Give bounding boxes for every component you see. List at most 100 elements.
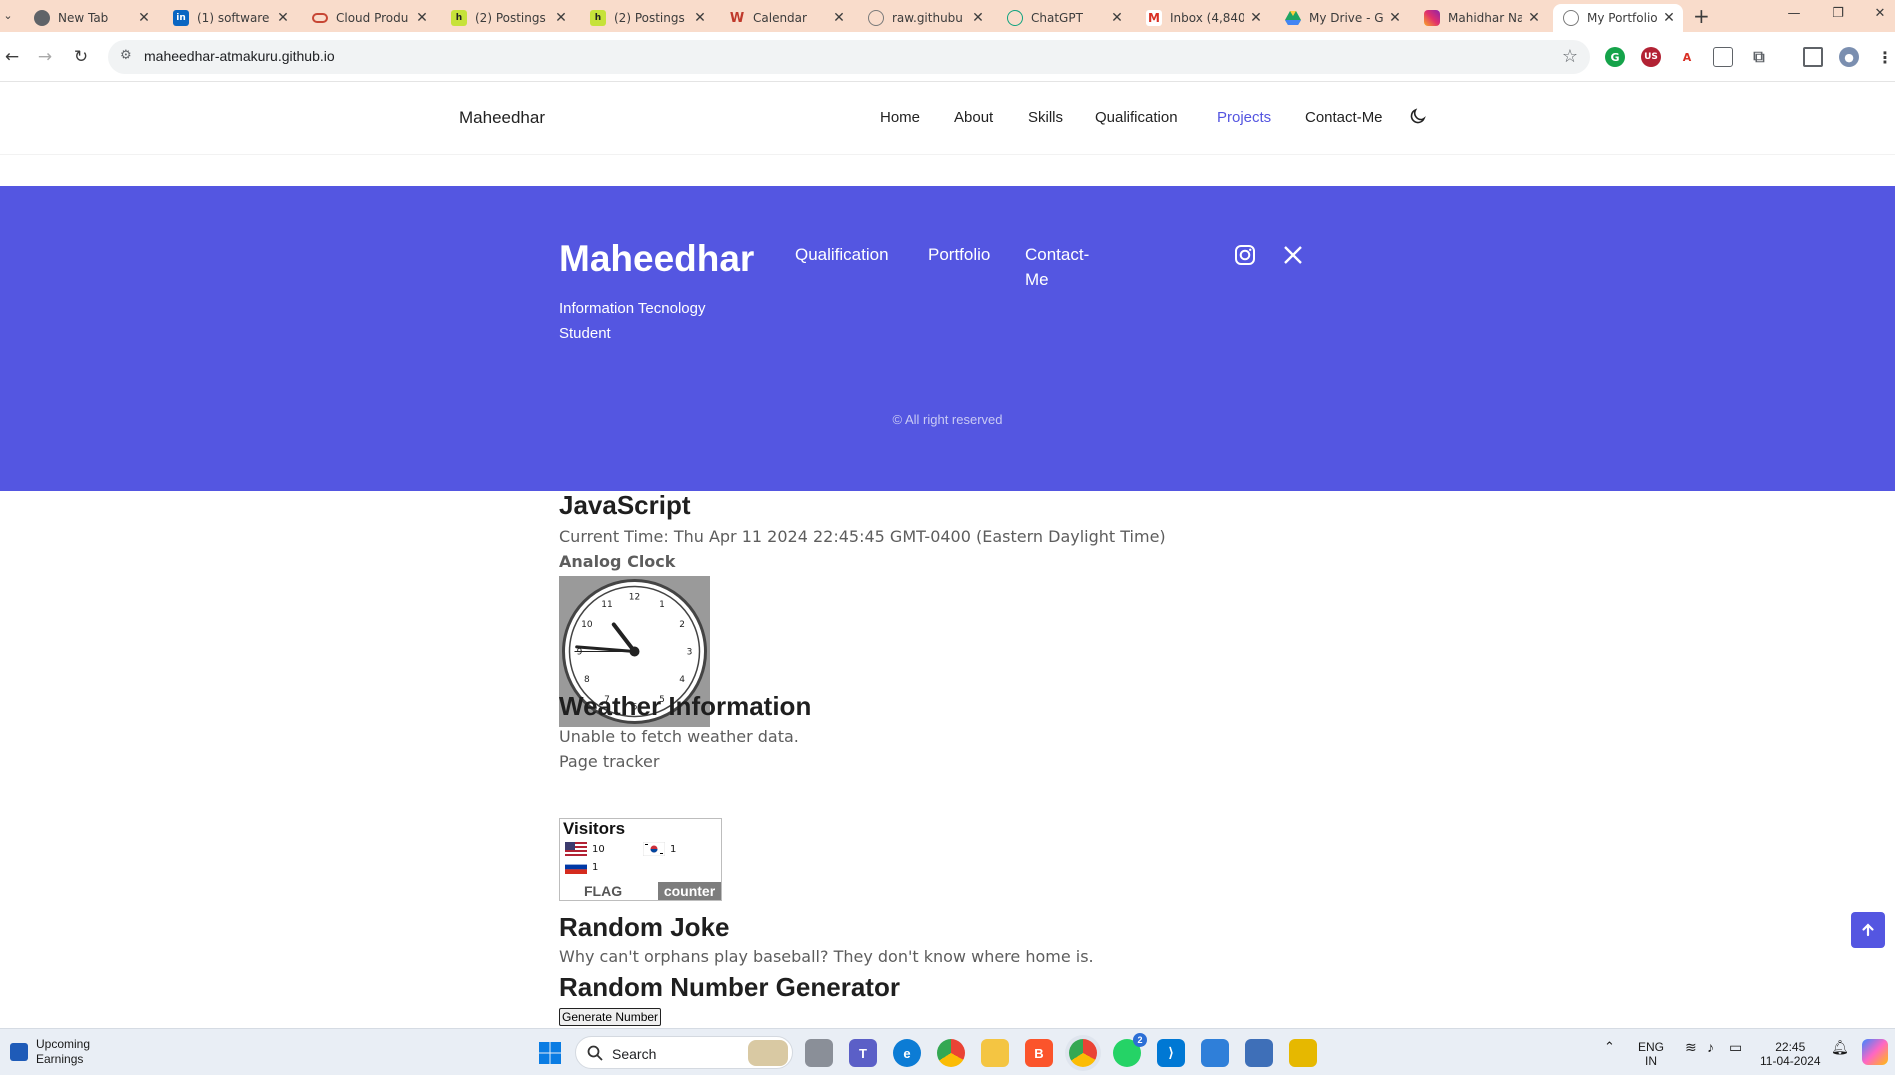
browser-tab[interactable]: W Calendar ✕ [719,4,853,32]
widgets-button[interactable]: Upcoming Earnings [10,1037,90,1067]
close-icon[interactable]: ✕ [1387,10,1403,26]
footer-link-portfolio[interactable]: Portfolio [928,242,990,267]
nav-qualification[interactable]: Qualification [1095,109,1178,126]
browser-tab[interactable]: M Inbox (4,840 ✕ [1136,4,1270,32]
whatsapp-icon[interactable]: 2 [1113,1033,1147,1067]
browser-tab[interactable]: in (1) software ✕ [163,4,297,32]
grammarly-icon[interactable]: G [1605,47,1625,67]
file-explorer-icon[interactable] [981,1039,1009,1067]
acrobat-icon[interactable]: A [1677,47,1697,67]
nav-home[interactable]: Home [880,109,920,126]
clock-date[interactable]: 22:45 11-04-2024 [1760,1040,1821,1068]
browser-toolbar: ← → ↻ ⚙ maheedhar-atmakuru.github.io ☆ G… [0,32,1895,82]
clock-numeral: 2 [679,620,685,630]
back-icon[interactable]: ← [0,45,24,69]
widget-line2: Earnings [36,1052,84,1066]
generate-number-button[interactable]: Generate Number [559,1008,662,1026]
profile-avatar[interactable]: ● [1839,47,1859,67]
volume-icon[interactable]: ♪ [1707,1040,1714,1054]
instagram-icon[interactable] [1234,244,1256,266]
close-icon[interactable]: ✕ [553,10,569,26]
site-info-icon[interactable]: ⚙ [120,48,132,63]
extensions-puzzle-icon[interactable]: ⧉ [1749,47,1769,67]
close-icon[interactable]: ✕ [1661,10,1677,26]
browser-tab[interactable]: Mahidhar Na ✕ [1414,4,1548,32]
clock-numeral: 9 [577,648,583,658]
chrome-active-icon[interactable] [1069,1039,1097,1067]
close-icon[interactable]: ✕ [136,10,152,26]
browser-tab[interactable]: raw.githubu ✕ [858,4,992,32]
vscode-icon[interactable]: ⟩ [1157,1039,1185,1067]
stocks-widget-icon [10,1043,28,1061]
windows-start-icon[interactable] [536,1039,564,1067]
taskbar-search[interactable]: Search [575,1036,793,1069]
reload-icon[interactable]: ↻ [69,45,93,69]
restore-icon[interactable]: ❐ [1826,6,1850,21]
close-icon[interactable]: ✕ [970,10,986,26]
browser-tab[interactable]: Cloud Produ ✕ [302,4,436,32]
language-region: IN [1645,1054,1657,1068]
browser-tab-active[interactable]: My Portfolio ✕ [1553,4,1683,32]
notification-bell-icon[interactable]: 🔔︎ [1831,1040,1849,1054]
browser-tab[interactable]: My Drive - G ✕ [1275,4,1409,32]
tab-search-chevron-icon[interactable]: ⌄ [0,6,16,26]
notepad-icon[interactable] [1201,1039,1229,1067]
visitor-entry: 1 [643,842,676,856]
site-header: Maheedhar Home About Skills Qualificatio… [0,82,1895,155]
tray-overflow-chevron-icon[interactable]: ⌃ [1604,1040,1615,1054]
address-bar[interactable]: ⚙ maheedhar-atmakuru.github.io ☆ [108,40,1590,74]
nav-about[interactable]: About [954,109,993,126]
more-menu-icon[interactable]: ⋮ [1875,47,1895,67]
flag-counter-widget[interactable]: Visitors 10 1 1 FLAG counter [559,818,722,901]
chrome-icon[interactable] [937,1039,965,1067]
browser-tab[interactable]: h (2) Postings ✕ [441,4,575,32]
kr-flag-icon [643,842,665,856]
brave-icon[interactable]: B [1025,1039,1053,1067]
sublime-icon[interactable] [1289,1039,1317,1067]
close-icon[interactable]: ✕ [692,10,708,26]
browser-tab[interactable]: h (2) Postings ✕ [580,4,714,32]
copilot-icon[interactable] [1862,1039,1888,1065]
close-window-icon[interactable]: ✕ [1868,6,1892,21]
clock-numeral: 4 [679,675,685,685]
ru-flag-icon [565,860,587,874]
new-tab-button[interactable]: + [1693,6,1710,26]
scroll-to-top-button[interactable] [1851,912,1885,948]
analog-clock-label: Analog Clock [559,552,676,571]
nav-projects[interactable]: Projects [1217,109,1271,126]
browser-tab[interactable]: ChatGPT ✕ [997,4,1131,32]
wifi-icon[interactable]: ≋ [1685,1040,1697,1054]
site-brand[interactable]: Maheedhar [459,108,545,128]
close-icon[interactable]: ✕ [831,10,847,26]
close-icon[interactable]: ✕ [1109,10,1125,26]
footer-link-qualification[interactable]: Qualification [795,242,889,267]
screenshot-icon[interactable] [1713,47,1733,67]
search-icon [587,1045,603,1061]
close-icon[interactable]: ✕ [414,10,430,26]
linkedin-icon: in [173,10,189,26]
footer-link-contact-me[interactable]: Contact-Me [1025,242,1105,292]
task-view-icon[interactable] [805,1039,833,1067]
forward-icon[interactable]: → [33,45,57,69]
bookmark-star-icon[interactable]: ☆ [1562,46,1578,67]
close-icon[interactable]: ✕ [1526,10,1542,26]
flag-counter-badge-left: FLAG [584,883,623,899]
nav-skills[interactable]: Skills [1028,109,1063,126]
minimize-icon[interactable]: — [1782,6,1806,21]
language-indicator[interactable]: ENG IN [1638,1040,1664,1068]
moon-icon[interactable] [1408,106,1428,126]
url-text[interactable]: maheedhar-atmakuru.github.io [144,48,335,64]
side-panel-icon[interactable] [1803,47,1823,67]
teams-icon[interactable]: T [849,1039,877,1067]
language-extension-icon[interactable]: US [1641,47,1661,67]
close-icon[interactable]: ✕ [1248,10,1264,26]
close-icon[interactable]: ✕ [275,10,291,26]
x-twitter-icon[interactable] [1282,244,1304,266]
tab-label: New Tab [58,11,109,25]
browser-tab[interactable]: New Tab ✕ [24,4,158,32]
edge-icon[interactable]: e [893,1039,921,1067]
weather-status-text: Unable to fetch weather data. [559,727,799,746]
nav-contact-me[interactable]: Contact-Me [1305,109,1383,126]
virtualbox-icon[interactable] [1245,1039,1273,1067]
battery-icon[interactable]: ▭ [1729,1040,1742,1054]
